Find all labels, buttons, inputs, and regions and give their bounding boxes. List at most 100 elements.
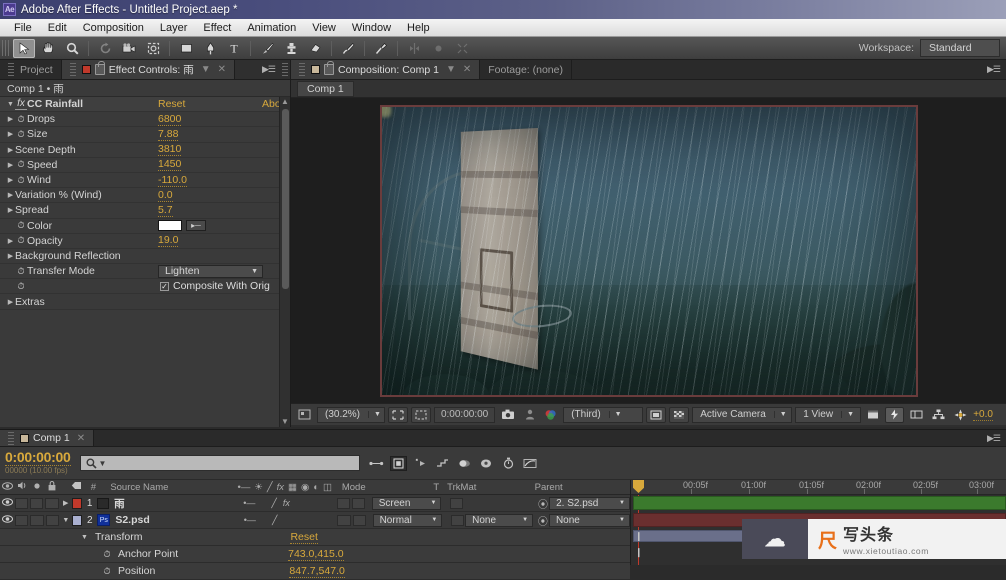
effects-toggle-icon[interactable]: fx xyxy=(283,498,290,508)
pan-behind-tool-icon[interactable] xyxy=(142,39,164,58)
type-tool-icon[interactable]: T xyxy=(223,39,245,58)
collapse-triangle-icon[interactable]: ▼ xyxy=(6,101,15,108)
layer-solo-toggle[interactable] xyxy=(30,498,43,509)
layer-visibility-toggle-2[interactable] xyxy=(0,515,14,525)
roto-brush-tool-icon[interactable] xyxy=(337,39,359,58)
rotation-tool-icon[interactable] xyxy=(94,39,116,58)
transform-collapse-triangle-icon[interactable]: ▼ xyxy=(78,534,91,541)
take-snapshot-camera-icon[interactable] xyxy=(498,407,518,423)
region-of-interest-toggle-icon[interactable] xyxy=(646,407,666,423)
property-row-wind[interactable]: ▶ ⏱ Wind -110.0 xyxy=(0,173,290,188)
draft-3d-icon[interactable] xyxy=(390,456,407,471)
menu-layer[interactable]: Layer xyxy=(152,21,196,35)
scrollbar-thumb[interactable] xyxy=(282,109,289,289)
clone-stamp-tool-icon[interactable] xyxy=(280,39,302,58)
layer-source-name-cell[interactable]: 雨 xyxy=(97,496,237,511)
workspace-switcher[interactable]: Workspace: Standard xyxy=(859,39,1006,57)
subtab-comp1[interactable]: Comp 1 xyxy=(297,81,354,97)
stopwatch-icon[interactable]: ⏱ xyxy=(15,114,27,125)
property-value[interactable]: 1450 xyxy=(158,158,181,171)
composite-checkbox[interactable]: ✓ Composite With Orig xyxy=(160,280,270,292)
scroll-up-icon[interactable]: ▲ xyxy=(280,97,290,106)
selection-tool-icon[interactable] xyxy=(13,39,35,58)
property-value[interactable]: 6800 xyxy=(158,113,181,126)
menu-composition[interactable]: Composition xyxy=(75,21,152,35)
layer-lock-toggle[interactable] xyxy=(45,498,58,509)
preserve-transparency-toggle-2[interactable] xyxy=(451,515,464,526)
property-value[interactable]: 0.0 xyxy=(158,189,173,202)
parent-pickwhip-icon-2[interactable]: ⦿ xyxy=(537,513,549,528)
expand-triangle-icon[interactable]: ▶ xyxy=(6,115,15,123)
show-snapshot-icon[interactable] xyxy=(521,407,538,423)
property-row-opacity[interactable]: ▶ ⏱ Opacity 19.0 xyxy=(0,234,290,249)
timeline-panel-menu-icon[interactable]: ▶☰ xyxy=(981,430,1006,446)
motion-blur-toggle-2[interactable] xyxy=(337,515,350,526)
property-row-speed[interactable]: ▶ ⏱ Speed 1450 xyxy=(0,158,290,173)
stopwatch-icon[interactable]: ⏱ xyxy=(15,235,27,246)
brush-tool-icon[interactable] xyxy=(256,39,278,58)
expand-triangle-icon[interactable]: ▶ xyxy=(6,206,15,214)
lock-icon-2[interactable] xyxy=(324,64,334,75)
timecode-display[interactable]: 0:00:00:00 00000 (10.00 fps) xyxy=(5,450,71,476)
tab-composition[interactable]: Composition: Comp 1 ▼ ✕ xyxy=(291,60,480,79)
property-row-size[interactable]: ▶ ⏱ Size 7.88 xyxy=(0,127,290,142)
pixel-aspect-correction-icon[interactable] xyxy=(864,407,882,423)
layer-visibility-toggle[interactable] xyxy=(0,498,14,508)
table-row[interactable]: ▶ 1 雨 •— ╱ fx Screen ▼ ⦿ 2. S2.psd ▼ xyxy=(0,495,630,512)
stopwatch-icon[interactable]: ⏱ xyxy=(15,159,27,170)
shy-toggle-icon-2[interactable]: •— xyxy=(244,515,256,525)
exposure-reset-icon[interactable] xyxy=(951,407,970,423)
table-row[interactable]: ▼ 2 Ps S2.psd •— ╱ Normal ▼ None ▼ ⦿ Non… xyxy=(0,512,630,529)
composition-viewer-stage[interactable] xyxy=(291,98,1006,403)
fast-previews-icon[interactable] xyxy=(885,407,904,423)
property-value[interactable]: 5.7 xyxy=(158,204,173,217)
eyedropper-icon[interactable]: ▸─ xyxy=(186,220,206,231)
toolbar-grip[interactable] xyxy=(2,40,9,56)
camera-view-select[interactable]: Active Camera ▼ xyxy=(692,407,792,423)
menu-effect[interactable]: Effect xyxy=(195,21,239,35)
expand-triangle-icon[interactable]: ▶ xyxy=(6,252,15,260)
auto-keyframe-icon[interactable] xyxy=(500,456,517,471)
layer-collapse-triangle-icon[interactable]: ▼ xyxy=(60,517,72,524)
layer-bar-rain[interactable] xyxy=(633,496,1006,510)
tab-timeline-comp1[interactable]: Comp 1 ✕ xyxy=(0,430,94,446)
property-value[interactable]: -110.0 xyxy=(158,174,187,187)
brainstorm-icon[interactable] xyxy=(478,456,495,471)
panel-menu-icon[interactable]: ▶☰ xyxy=(256,60,281,79)
hide-shy-layers-icon[interactable] xyxy=(412,456,429,471)
layer-blend-mode-select[interactable]: Screen ▼ xyxy=(372,497,442,510)
property-row-variation-wind[interactable]: ▶ Variation % (Wind) 0.0 xyxy=(0,188,290,203)
expand-triangle-icon[interactable]: ▶ xyxy=(6,146,15,154)
transform-reset-link[interactable]: Reset xyxy=(290,531,317,544)
enable-frame-blending-icon[interactable] xyxy=(434,456,451,471)
shape-tool-icon[interactable] xyxy=(175,39,197,58)
close-icon-3[interactable]: ✕ xyxy=(77,433,85,444)
position-value[interactable]: 847.7,547.0 xyxy=(289,565,344,578)
graph-editor-icon[interactable] xyxy=(522,456,539,471)
layer-source-name-cell-2[interactable]: Ps S2.psd xyxy=(97,514,237,526)
menu-help[interactable]: Help xyxy=(399,21,438,35)
threed-toggle-2[interactable] xyxy=(353,515,366,526)
effect-header-row[interactable]: ▼ fx CC Rainfall Reset Abou xyxy=(0,97,290,112)
property-row-transfer-mode[interactable]: ⏱ Transfer Mode Lighten ▼ xyxy=(0,264,290,279)
layer-label-color-2[interactable] xyxy=(72,515,82,526)
stopwatch-icon[interactable]: ⏱ xyxy=(15,281,27,292)
property-row-color[interactable]: ⏱ Color ▸─ xyxy=(0,219,290,234)
motion-blur-toggle[interactable] xyxy=(337,498,350,509)
stopwatch-icon-position[interactable]: ⏱ xyxy=(100,566,114,577)
timecode-value[interactable]: 0:00:00:00 xyxy=(5,450,71,466)
align-distribute-icon[interactable] xyxy=(451,39,473,58)
puppet-pin-tool-icon[interactable] xyxy=(370,39,392,58)
eraser-tool-icon[interactable] xyxy=(304,39,326,58)
keyframe-marker[interactable]: ❙ xyxy=(635,547,643,558)
property-row-spread[interactable]: ▶ Spread 5.7 xyxy=(0,203,290,218)
property-value[interactable]: 3810 xyxy=(158,143,181,156)
align-horizontal-icon[interactable] xyxy=(403,39,425,58)
composition-panel-menu-icon[interactable]: ▶☰ xyxy=(981,60,1006,79)
layer-trkmat-select[interactable]: None ▼ xyxy=(465,514,533,527)
menu-animation[interactable]: Animation xyxy=(239,21,304,35)
timeline-ruler[interactable]: 0f 00:05f 01:00f 01:05f 02:00f 02:05f 03… xyxy=(631,480,1006,495)
expand-triangle-icon[interactable]: ▶ xyxy=(6,237,15,245)
camera-tool-icon[interactable] xyxy=(118,39,140,58)
property-row-drops[interactable]: ▶ ⏱ Drops 6800 xyxy=(0,112,290,127)
